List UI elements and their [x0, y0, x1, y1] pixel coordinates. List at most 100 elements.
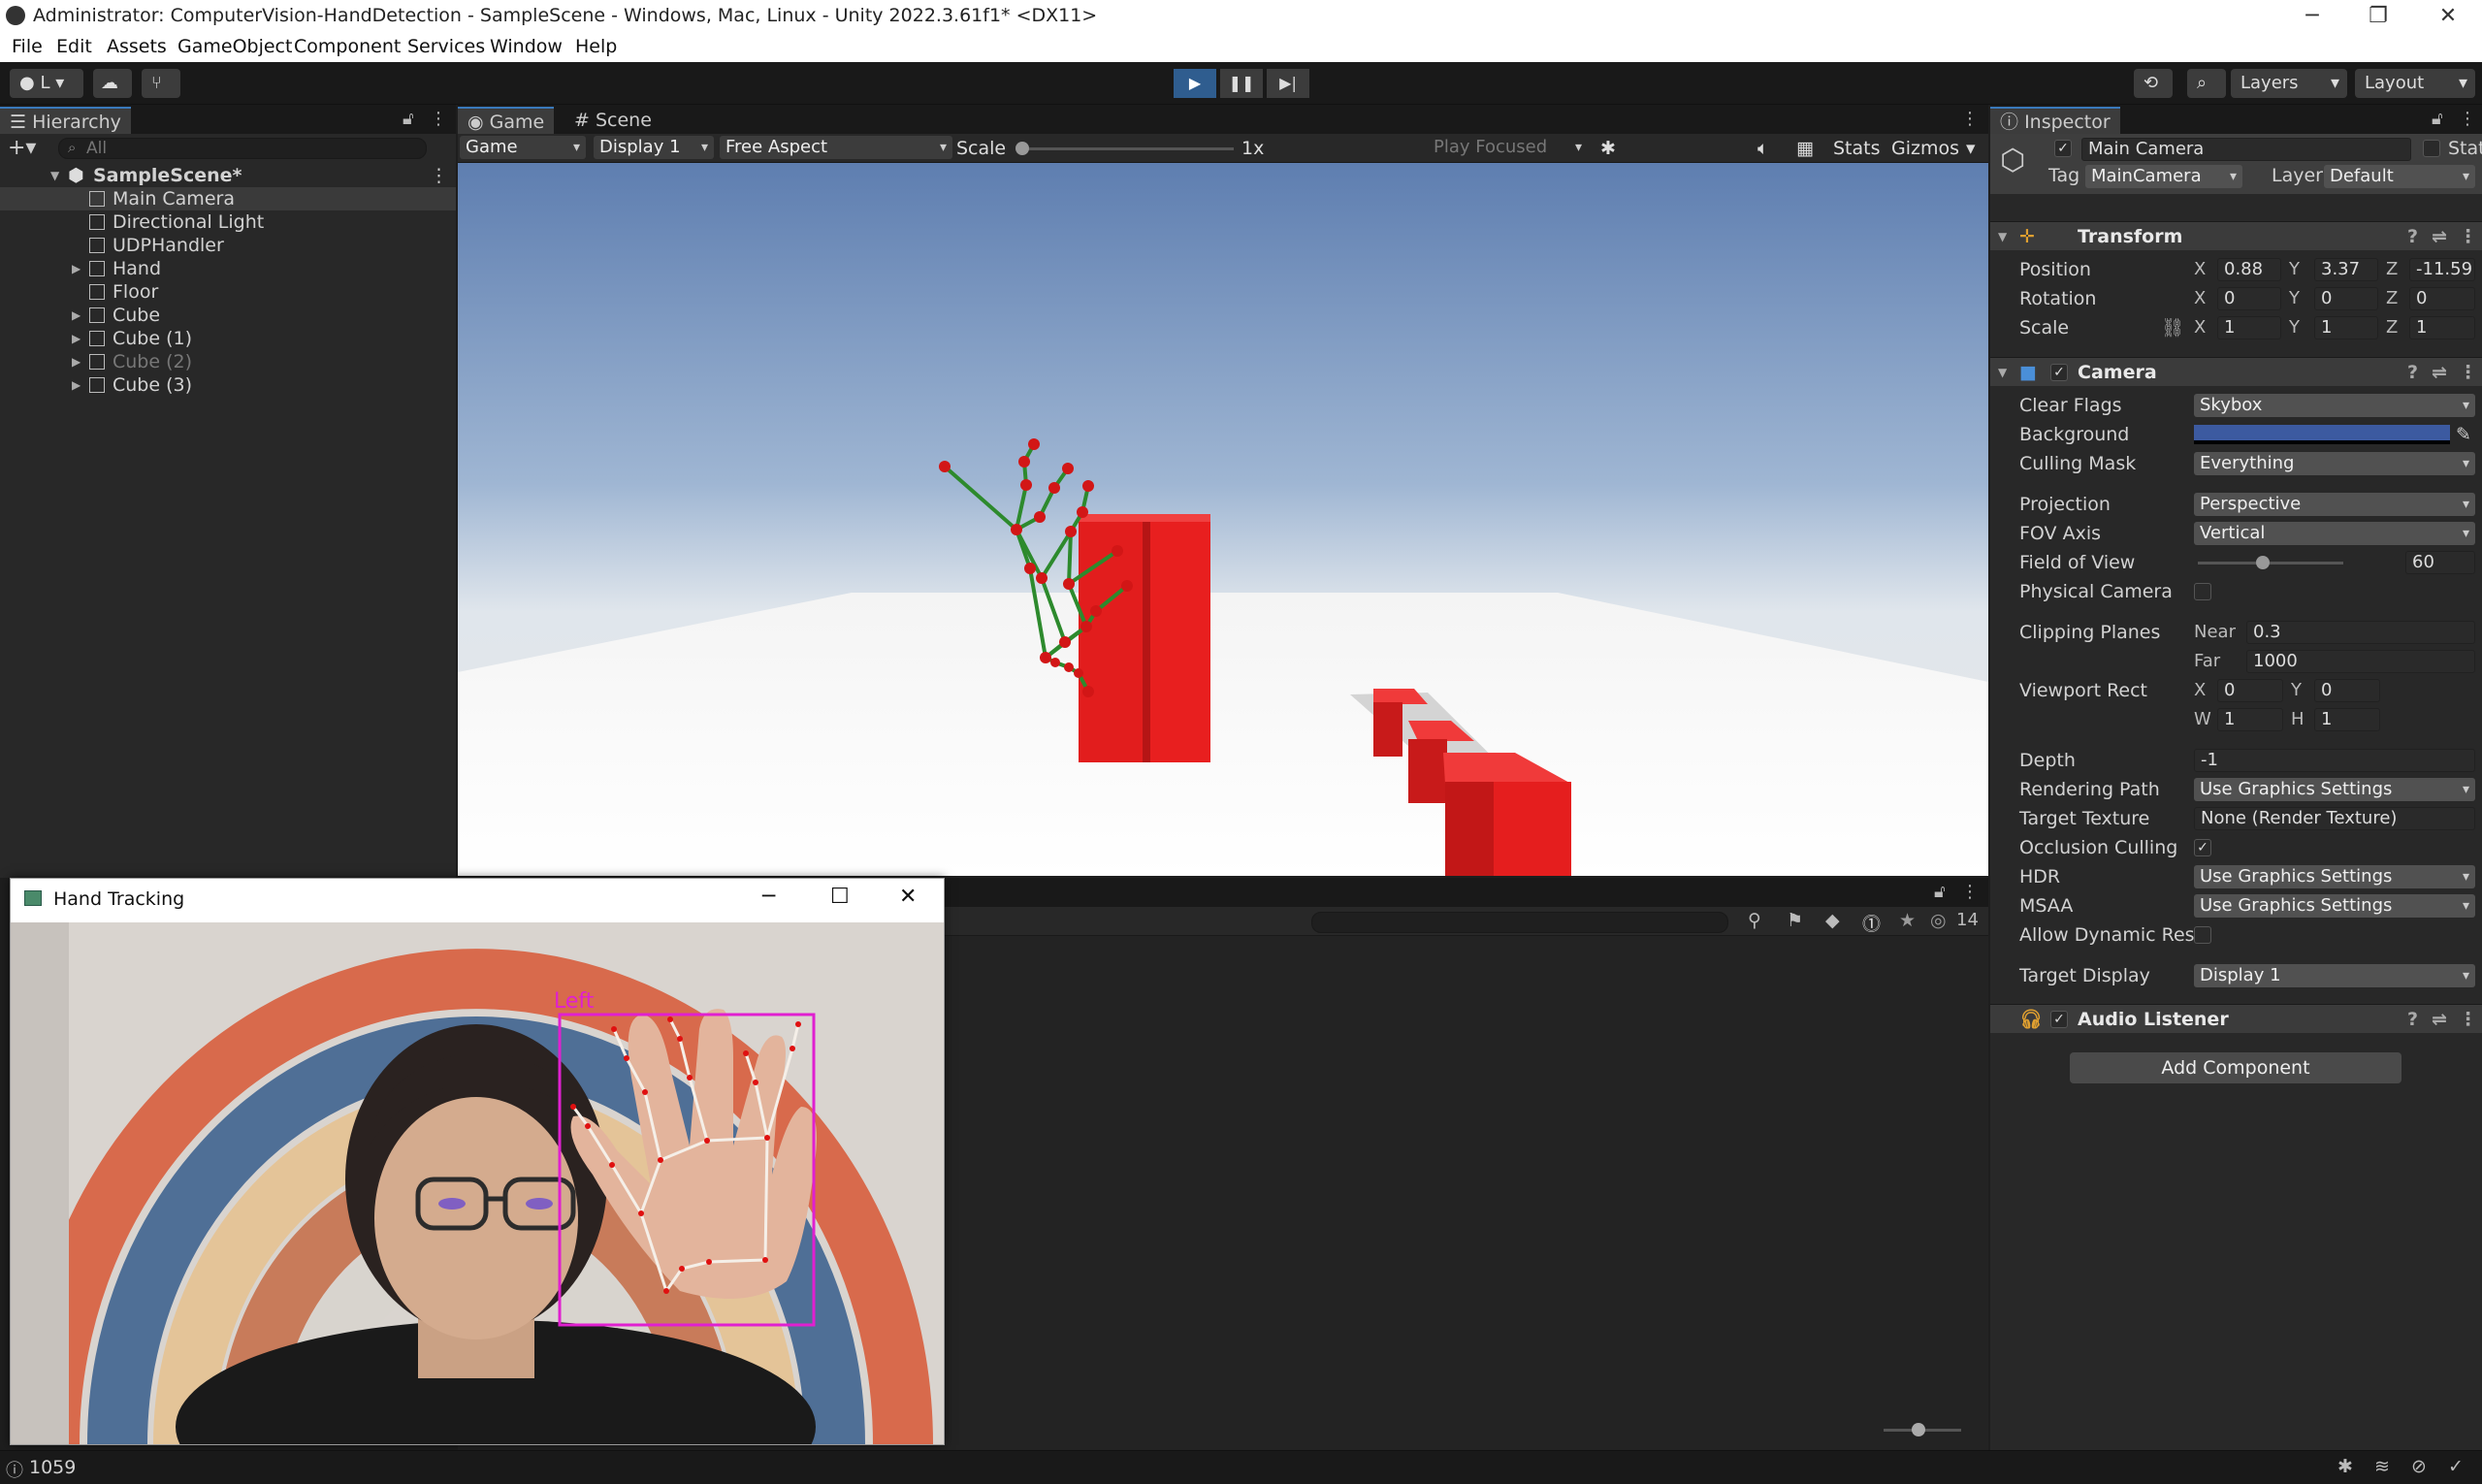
foldout-icon[interactable]: ▼ [1998, 222, 2007, 251]
position-x-field[interactable]: 0.88 [2217, 258, 2281, 281]
ht-minimize-icon[interactable]: ─ [762, 885, 775, 909]
play-focused-dropdown[interactable]: Play Focused [1428, 136, 1588, 159]
msaa-dropdown[interactable]: Use Graphics Settings [2194, 894, 2475, 918]
vp-x-field[interactable]: 0 [2217, 679, 2283, 702]
stats-button[interactable]: Stats [1833, 136, 1881, 161]
active-checkbox[interactable]: ✓ [2054, 140, 2072, 157]
bake-icon[interactable]: ≋ [2374, 1456, 2390, 1477]
console-search-input[interactable] [1311, 912, 1728, 933]
fov-slider-handle[interactable] [2256, 556, 2270, 569]
zoom-slider-handle[interactable] [1912, 1423, 1925, 1436]
menu-file[interactable]: File [12, 36, 43, 57]
vp-w-field[interactable]: 1 [2217, 708, 2283, 731]
preset-icon[interactable]: ⇌ [2432, 222, 2447, 251]
help-icon[interactable]: ? [2407, 358, 2418, 387]
display-dropdown[interactable]: Display 1 [594, 136, 714, 159]
hierarchy-item[interactable]: ▶ Cube (1) [0, 327, 456, 350]
scale-z-field[interactable]: 1 [2409, 316, 2475, 339]
menu-assets[interactable]: Assets [107, 36, 167, 57]
component-menu-icon[interactable]: ⋮ [2459, 1005, 2477, 1034]
play-button[interactable]: ▶ [1174, 69, 1216, 98]
add-component-button[interactable]: Add Component [2070, 1052, 2401, 1083]
expand-arrow-icon[interactable]: ▶ [72, 350, 81, 373]
help-icon[interactable]: ? [2407, 1005, 2418, 1034]
debug-icon[interactable]: ✱ [2337, 1456, 2353, 1477]
star-icon[interactable]: ★ [1899, 910, 1916, 931]
lock-icon[interactable]: 🔓︎ [403, 109, 414, 129]
add-object-button[interactable]: +▾ [8, 136, 36, 160]
hierarchy-item[interactable]: Directional Light [0, 210, 456, 234]
preset-icon[interactable]: ⇌ [2432, 358, 2447, 387]
layer-dropdown[interactable]: Default [2324, 165, 2475, 188]
account-button[interactable]: ● L ▾ [10, 69, 83, 98]
dynamic-res-checkbox[interactable] [2194, 926, 2211, 944]
menu-edit[interactable]: Edit [56, 36, 92, 57]
scene-menu-icon[interactable]: ⋮ [430, 164, 448, 187]
game-mode-dropdown[interactable]: Game [460, 136, 586, 159]
scale-x-field[interactable]: 1 [2217, 316, 2281, 339]
game-viewport[interactable] [458, 163, 1988, 876]
help-icon[interactable]: ? [2407, 222, 2418, 251]
pause-button[interactable]: ❚❚ [1220, 69, 1263, 98]
component-menu-icon[interactable]: ⋮ [2459, 358, 2477, 387]
far-field[interactable]: 1000 [2246, 650, 2475, 673]
console-menu-icon[interactable]: ⋮ [1961, 882, 1979, 902]
vp-y-field[interactable]: 0 [2314, 679, 2380, 702]
rotation-x-field[interactable]: 0 [2217, 287, 2281, 310]
layout-dropdown[interactable]: Layout ▾ [2355, 69, 2475, 98]
position-z-field[interactable]: -11.59 [2409, 258, 2475, 281]
near-field[interactable]: 0.3 [2246, 621, 2475, 644]
hierarchy-item[interactable]: ▶ Cube (3) [0, 373, 456, 397]
inspector-lock-icon[interactable]: 🔓︎ [2432, 109, 2443, 129]
eyedropper-icon[interactable]: ✎ [2456, 421, 2471, 448]
rotation-y-field[interactable]: 0 [2314, 287, 2378, 310]
ht-maximize-icon[interactable]: ☐ [830, 885, 850, 909]
camera-header[interactable]: ▼ ■ ✓ Camera ? ⇌ ⋮ [1990, 357, 2482, 386]
expand-arrow-icon[interactable]: ▶ [72, 257, 81, 280]
hierarchy-menu-icon[interactable]: ⋮ [430, 109, 447, 129]
static-checkbox[interactable] [2423, 140, 2440, 157]
hierarchy-item[interactable]: ▶ Hand [0, 257, 456, 280]
history-button[interactable]: ⟲ [2134, 69, 2173, 98]
gizmos-dropdown-icon[interactable]: ▾ [1966, 136, 1976, 161]
hierarchy-item[interactable]: UDPHandler [0, 234, 456, 257]
projection-dropdown[interactable]: Perspective [2194, 493, 2475, 516]
transform-header[interactable]: ▼ ✛ Transform ? ⇌ ⋮ [1990, 221, 2482, 250]
foldout-icon[interactable]: ▼ [1998, 358, 2007, 387]
hierarchy-item[interactable]: ▶ Cube (2) [0, 350, 456, 373]
vp-h-field[interactable]: 1 [2314, 708, 2380, 731]
clear-flags-dropdown[interactable]: Skybox [2194, 394, 2475, 417]
hierarchy-item[interactable]: Floor [0, 280, 456, 304]
audio-enabled-checkbox[interactable]: ✓ [2050, 1011, 2068, 1028]
tab-hierarchy[interactable]: ☰ Hierarchy [0, 107, 131, 134]
menu-component[interactable]: Component [294, 36, 401, 57]
inspector-menu-icon[interactable]: ⋮ [2459, 109, 2476, 129]
object-name-field[interactable]: Main Camera [2081, 138, 2411, 161]
occlusion-checkbox[interactable]: ✓ [2194, 839, 2211, 856]
hierarchy-item[interactable]: ▶ Cube [0, 304, 456, 327]
scale-slider[interactable] [1020, 147, 1234, 150]
constrain-proportions-icon[interactable]: ⛓ [2161, 314, 2184, 341]
keyboard-icon[interactable]: ▦ [1796, 136, 1814, 161]
fov-axis-dropdown[interactable]: Vertical [2194, 522, 2475, 545]
cloud-button[interactable]: ☁ [93, 69, 132, 98]
background-color-swatch[interactable] [2194, 425, 2450, 444]
ht-close-icon[interactable]: ✕ [899, 885, 917, 909]
status-text[interactable]: 1059 [29, 1457, 76, 1478]
component-menu-icon[interactable]: ⋮ [2459, 222, 2477, 251]
search-button[interactable]: ⌕ [2187, 69, 2226, 98]
menu-help[interactable]: Help [575, 36, 617, 57]
hierarchy-item[interactable]: Main Camera [0, 187, 456, 210]
network-icon[interactable]: ⊘ [2411, 1456, 2427, 1477]
preset-icon[interactable]: ⇌ [2432, 1005, 2447, 1034]
error-filter-icon[interactable]: ⓵ [1862, 910, 1881, 936]
tab-game[interactable]: ◉ Game [458, 107, 555, 134]
camera-enabled-checkbox[interactable]: ✓ [2050, 364, 2068, 381]
expand-arrow-icon[interactable]: ▶ [72, 327, 81, 350]
step-button[interactable]: ▶| [1267, 69, 1309, 98]
expand-arrow-icon[interactable]: ▶ [72, 373, 81, 397]
target-display-dropdown[interactable]: Display 1 [2194, 964, 2475, 987]
fov-slider[interactable] [2198, 562, 2343, 565]
tab-inspector[interactable]: ⓘ Inspector [1990, 107, 2120, 134]
warning-filter-icon[interactable]: ◆ [1825, 910, 1840, 931]
